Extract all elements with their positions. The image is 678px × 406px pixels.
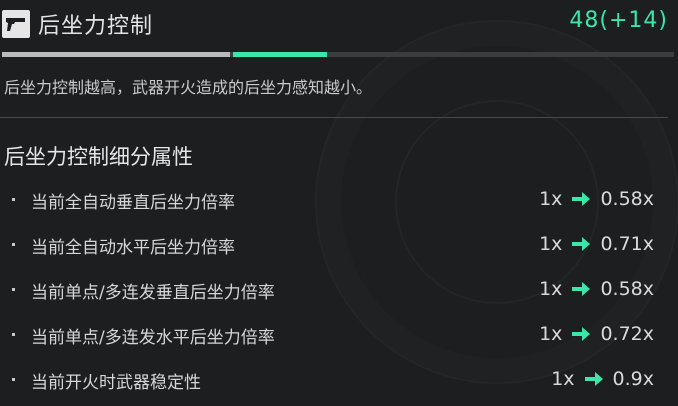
stat-bar-bonus-fill: [233, 52, 327, 57]
attribute-value: 1x 0.58x: [539, 278, 654, 300]
arrow-right-icon: [570, 190, 592, 208]
arrow-right-icon: [570, 280, 592, 298]
attribute-label: 当前单点/多连发垂直后坐力倍率: [31, 283, 275, 303]
attribute-row: 当前开火时武器稳定性 1x 0.9x: [0, 360, 678, 405]
stat-bar-base-fill: [2, 52, 230, 57]
attribute-label: 当前全自动水平后坐力倍率: [31, 238, 235, 258]
attribute-row: 当前单点/多连发水平后坐力倍率 1x 0.72x: [0, 315, 678, 360]
value-to: 0.71x: [600, 233, 654, 255]
bullet-icon: [12, 198, 15, 201]
value-to: 0.72x: [600, 323, 654, 345]
attribute-value: 1x 0.58x: [539, 188, 654, 210]
bullet-icon: [12, 288, 15, 291]
pistol-icon: [2, 10, 30, 38]
attribute-label: 当前开火时武器稳定性: [31, 373, 201, 393]
stat-header: 后坐力控制 48(+14): [0, 0, 678, 50]
attribute-value: 1x 0.71x: [539, 233, 654, 255]
stat-value: 48(+14): [569, 8, 668, 33]
bullet-icon: [12, 378, 15, 381]
stat-title: 后坐力控制: [38, 14, 154, 39]
value-to: 0.58x: [600, 278, 654, 300]
attribute-list: 当前全自动垂直后坐力倍率 1x 0.58x 当前全自动水平后坐力倍率 1x 0.…: [0, 180, 678, 405]
arrow-right-icon: [583, 370, 605, 388]
attribute-row: 当前全自动垂直后坐力倍率 1x 0.58x: [0, 180, 678, 225]
attribute-value: 1x 0.72x: [539, 323, 654, 345]
attribute-label: 当前全自动垂直后坐力倍率: [31, 193, 235, 213]
bullet-icon: [12, 243, 15, 246]
value-from: 1x: [539, 233, 563, 255]
attribute-value: 1x 0.9x: [551, 368, 654, 390]
section-title: 后坐力控制细分属性: [4, 145, 193, 169]
stat-description: 后坐力控制越高，武器开火造成的后坐力感知越小。: [4, 78, 373, 97]
attribute-row: 当前单点/多连发垂直后坐力倍率 1x 0.58x: [0, 270, 678, 315]
value-to: 0.9x: [612, 368, 654, 390]
value-from: 1x: [551, 368, 575, 390]
value-from: 1x: [539, 323, 563, 345]
value-from: 1x: [539, 188, 563, 210]
divider: [0, 117, 668, 118]
arrow-right-icon: [570, 325, 592, 343]
bullet-icon: [12, 333, 15, 336]
value-from: 1x: [539, 278, 563, 300]
attribute-label: 当前单点/多连发水平后坐力倍率: [31, 328, 275, 348]
attribute-row: 当前全自动水平后坐力倍率 1x 0.71x: [0, 225, 678, 270]
value-to: 0.58x: [600, 188, 654, 210]
arrow-right-icon: [570, 235, 592, 253]
